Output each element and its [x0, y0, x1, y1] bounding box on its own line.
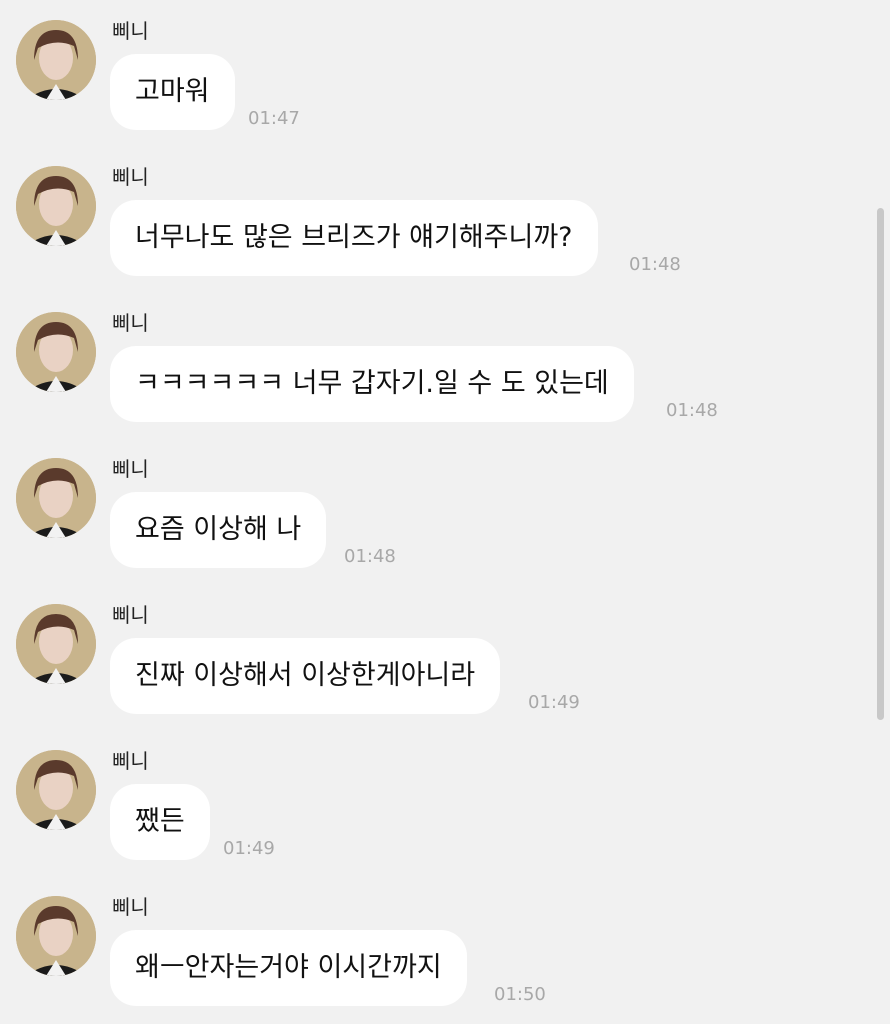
sender-name: 삐니: [112, 165, 149, 189]
avatar-icon[interactable]: [16, 166, 96, 246]
sender-name: 삐니: [112, 311, 149, 335]
message-time: 01:47: [248, 108, 300, 129]
sender-name: 삐니: [112, 749, 149, 773]
message-bubble[interactable]: 진짜 이상해서 이상한게아니라: [110, 638, 501, 714]
sender-name: 삐니: [112, 603, 149, 627]
message-time: 01:48: [344, 546, 396, 567]
scrollbar[interactable]: [877, 208, 884, 720]
message-bubble[interactable]: 쨌든: [110, 784, 210, 860]
message-row: 삐니 너무나도 많은 브리즈가 얘기해주니까? 01:48: [0, 146, 870, 292]
message-row: 삐니 요즘 이상해 나 01:48: [0, 438, 870, 584]
message-time: 01:49: [223, 838, 275, 859]
message-bubble[interactable]: 고마워: [110, 54, 235, 130]
avatar-icon[interactable]: [16, 20, 96, 100]
message-time: 01:50: [494, 984, 546, 1005]
message-row: 삐니 고마워 01:47: [0, 0, 870, 146]
chat-area: 삐니 고마워 01:47 삐니 너무나도 많은 브리즈가 얘기해주니까? 01:…: [0, 0, 890, 1024]
sender-name: 삐니: [112, 457, 149, 481]
message-bubble[interactable]: ㅋㅋㅋㅋㅋㅋ 너무 갑자기.일 수 도 있는데: [110, 346, 634, 422]
message-time: 01:48: [666, 400, 718, 421]
message-row: 삐니 왜ㅡ안자는거야 이시간까지 01:50: [0, 876, 870, 1022]
avatar-icon[interactable]: [16, 604, 96, 684]
avatar-icon[interactable]: [16, 896, 96, 976]
avatar-icon[interactable]: [16, 312, 96, 392]
message-time: 01:48: [629, 254, 681, 275]
avatar-icon[interactable]: [16, 458, 96, 538]
message-row: 삐니 ㅋㅋㅋㅋㅋㅋ 너무 갑자기.일 수 도 있는데 01:48: [0, 292, 870, 438]
message-bubble[interactable]: 요즘 이상해 나: [110, 492, 327, 568]
sender-name: 삐니: [112, 895, 149, 919]
message-row: 삐니 쨌든 01:49: [0, 730, 870, 876]
sender-name: 삐니: [112, 19, 149, 43]
message-row: 삐니 진짜 이상해서 이상한게아니라 01:49: [0, 584, 870, 730]
message-bubble[interactable]: 왜ㅡ안자는거야 이시간까지: [110, 930, 467, 1006]
message-time: 01:49: [528, 692, 580, 713]
avatar-icon[interactable]: [16, 750, 96, 830]
message-bubble[interactable]: 너무나도 많은 브리즈가 얘기해주니까?: [110, 200, 598, 276]
